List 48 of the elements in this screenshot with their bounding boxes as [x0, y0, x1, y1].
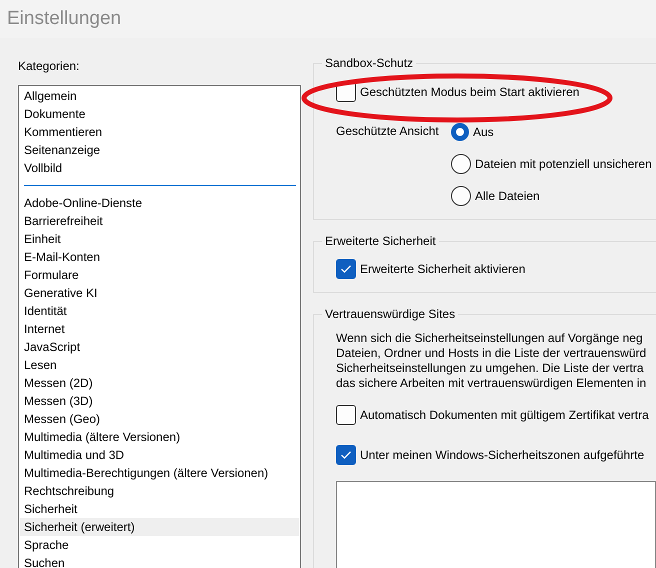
- checkbox-label: Unter meinen Windows-Sicherheitszonen aufgeführte: [360, 448, 644, 462]
- radio-label: Dateien mit potenziell unsicheren: [475, 157, 652, 171]
- radio-button[interactable]: [451, 123, 469, 141]
- category-item[interactable]: Seitenanzeige: [20, 141, 299, 159]
- category-item[interactable]: Generative KI: [20, 284, 299, 302]
- category-item[interactable]: E-Mail-Konten: [20, 248, 299, 266]
- category-item[interactable]: Adobe-Online-Dienste: [20, 194, 299, 212]
- category-item[interactable]: Allgemein: [20, 87, 299, 105]
- group-title: Sandbox-Schutz: [324, 56, 414, 70]
- radio-button[interactable]: [451, 186, 471, 206]
- category-item[interactable]: Vollbild: [20, 159, 299, 177]
- checkbox[interactable]: [336, 445, 356, 465]
- category-item[interactable]: Identität: [20, 302, 299, 320]
- checkmark-icon: [340, 450, 352, 460]
- category-item[interactable]: Rechtschreibung: [20, 482, 299, 500]
- checkmark-icon: [340, 264, 352, 274]
- checkbox-label: Automatisch Dokumenten mit gültigem Zertifikat vertra: [360, 408, 649, 422]
- group-title: Erweiterte Sicherheit: [324, 234, 437, 248]
- checkbox[interactable]: [336, 405, 356, 425]
- category-item[interactable]: Messen (Geo): [20, 410, 299, 428]
- category-item[interactable]: Einheit: [20, 230, 299, 248]
- category-item[interactable]: Suchen: [20, 554, 299, 568]
- field-label: Geschützte Ansicht: [336, 124, 440, 140]
- description-text: Wenn sich die Sicherheitseinstellungen auf Vorgänge neg Dateien, Ordner und Hosts in die Liste der vertrauenswürd Sicherheitseinstellungen zu umgehen. Die Liste der vertra das sichere Arbeiten mit vertrauenswürdigen Elementen in: [336, 331, 648, 391]
- checkbox[interactable]: [336, 259, 356, 279]
- categories-label: Kategorien:: [18, 59, 80, 73]
- checkbox-label: Geschützten Modus beim Start aktivieren: [360, 85, 580, 99]
- category-item[interactable]: Kommentieren: [20, 123, 299, 141]
- category-item[interactable]: Formulare: [20, 266, 299, 284]
- category-item[interactable]: Sprache: [20, 536, 299, 554]
- checkbox-label: Erweiterte Sicherheit aktivieren: [360, 262, 526, 276]
- category-item[interactable]: Multimedia-Berechtigungen (ältere Versionen): [20, 464, 299, 482]
- category-item[interactable]: Multimedia (ältere Versionen): [20, 428, 299, 446]
- category-item[interactable]: Messen (3D): [20, 392, 299, 410]
- category-item[interactable]: JavaScript: [20, 338, 299, 356]
- radio-label: Aus: [473, 125, 494, 139]
- category-item[interactable]: Barrierefreiheit: [20, 212, 299, 230]
- radio-button[interactable]: [451, 154, 471, 174]
- category-item[interactable]: Sicherheit: [20, 500, 299, 518]
- category-item[interactable]: Internet: [20, 320, 299, 338]
- category-item[interactable]: Lesen: [20, 356, 299, 374]
- category-item[interactable]: Sicherheit (erweitert): [20, 518, 299, 536]
- radio-label: Alle Dateien: [475, 189, 540, 203]
- category-item[interactable]: Messen (2D): [20, 374, 299, 392]
- category-item[interactable]: Dokumente: [20, 105, 299, 123]
- category-item[interactable]: Multimedia und 3D: [20, 446, 299, 464]
- window-title: Einstellungen: [7, 8, 122, 30]
- group-title: Vertrauenswürdige Sites: [324, 307, 456, 321]
